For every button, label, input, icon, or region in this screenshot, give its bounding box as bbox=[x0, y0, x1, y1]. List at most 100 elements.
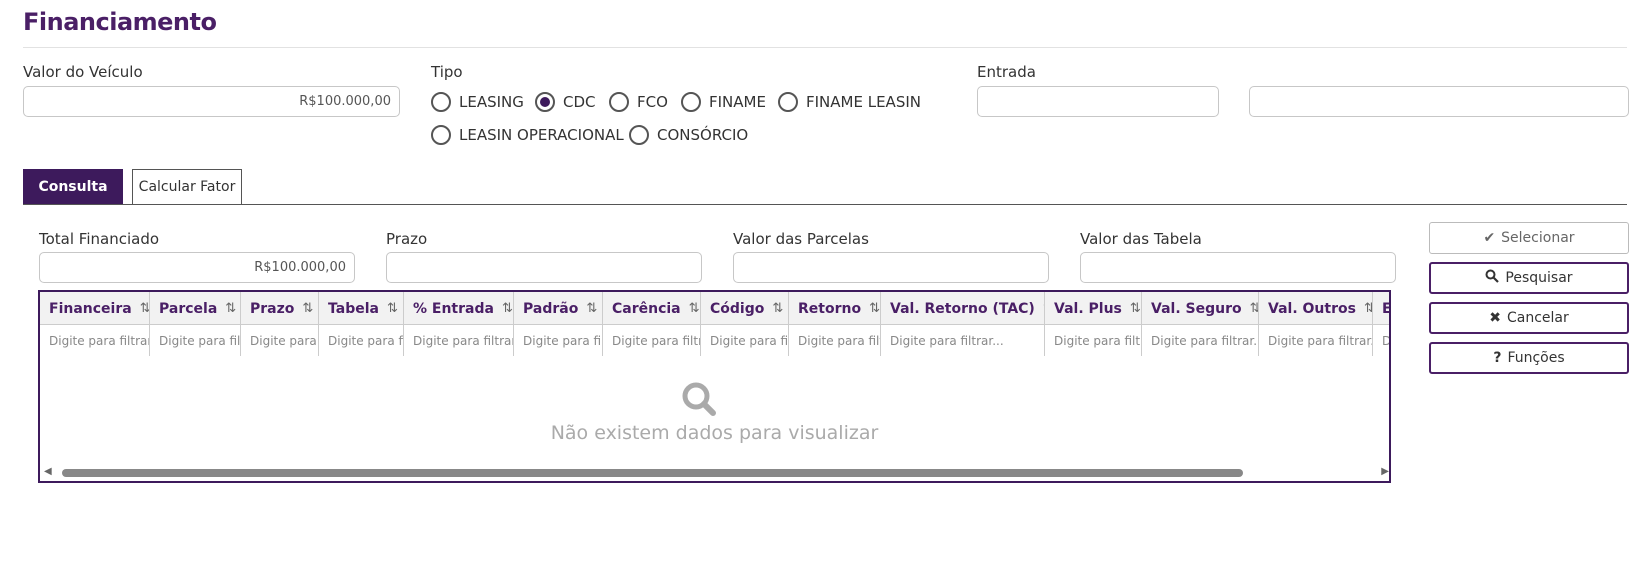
grid-header-row: Financeira ⇅ Parcela ⇅ Prazo ⇅ Tabela ⇅ % En… bbox=[40, 292, 1389, 325]
radio-label: LEASIN OPERACIONAL bbox=[459, 126, 624, 144]
title-divider bbox=[23, 47, 1627, 48]
page-title: Financiamento bbox=[23, 8, 217, 36]
cancelar-label: Cancelar bbox=[1506, 310, 1569, 326]
prazo-input[interactable] bbox=[386, 252, 702, 283]
column-header-label: Val. Plus bbox=[1054, 300, 1122, 317]
radio-leasin-operacional[interactable]: LEASIN OPERACIONAL bbox=[431, 125, 624, 145]
sort-icon: ⇅ bbox=[139, 301, 150, 316]
filter-input-financeira[interactable]: Digite para filtrar... bbox=[40, 325, 150, 356]
column-header-codigo[interactable]: Código ⇅ bbox=[701, 292, 789, 325]
column-header-label: Val. Retorno (TAC) bbox=[890, 300, 1035, 317]
funcoes-button[interactable]: ? Funções bbox=[1429, 342, 1629, 374]
column-header-label: Padrão bbox=[523, 300, 579, 317]
radio-consorcio[interactable]: CONSÓRCIO bbox=[629, 125, 748, 145]
filter-input-codigo[interactable]: Digite para filtrar... bbox=[701, 325, 789, 356]
sort-icon: ⇅ bbox=[302, 301, 314, 316]
sort-icon: ⇅ bbox=[1129, 301, 1141, 316]
sort-icon: ⇅ bbox=[1250, 301, 1258, 316]
filter-input-carencia[interactable]: Digite para filtrar... bbox=[603, 325, 701, 356]
filter-input-prazo[interactable]: Digite para filtrar... bbox=[241, 325, 319, 356]
sort-icon: ⇅ bbox=[772, 301, 784, 316]
total-financiado-input[interactable]: R$100.000,00 bbox=[39, 252, 355, 283]
column-header-entrada-pct[interactable]: % Entrada ⇅ bbox=[404, 292, 514, 325]
filter-input-entrada-pct[interactable]: Digite para filtrar... bbox=[404, 325, 514, 356]
radio-circle bbox=[609, 92, 629, 112]
radio-circle-selected bbox=[535, 92, 555, 112]
column-header-financeira[interactable]: Financeira ⇅ bbox=[40, 292, 150, 325]
question-icon: ? bbox=[1493, 350, 1502, 366]
sort-icon: ⇅ bbox=[586, 301, 598, 316]
filter-input-val-retorno-tac[interactable]: Digite para filtrar... bbox=[881, 325, 1045, 356]
vehicle-value-text: R$100.000,00 bbox=[299, 94, 391, 109]
valor-parcelas-label: Valor das Parcelas bbox=[733, 230, 869, 248]
scroll-right-icon[interactable]: ▶ bbox=[1381, 466, 1389, 477]
radio-cdc[interactable]: CDC bbox=[535, 92, 596, 112]
column-header-padrao[interactable]: Padrão ⇅ bbox=[514, 292, 603, 325]
radio-finame-leasin[interactable]: FINAME LEASIN bbox=[778, 92, 921, 112]
filter-input-retorno[interactable]: Digite para filtrar... bbox=[789, 325, 881, 356]
column-header-tabela[interactable]: Tabela ⇅ bbox=[319, 292, 404, 325]
column-header-retorno[interactable]: Retorno ⇅ bbox=[789, 292, 881, 325]
sort-icon: ⇅ bbox=[688, 301, 700, 316]
valor-tabela-label: Valor das Tabela bbox=[1080, 230, 1202, 248]
radio-label: CONSÓRCIO bbox=[657, 126, 749, 144]
filter-input-padrao[interactable]: Digite para filtrar... bbox=[514, 325, 603, 356]
column-header-label: Financeira bbox=[49, 300, 132, 317]
column-header-label: Código bbox=[710, 300, 765, 317]
column-header-label: Retorno bbox=[798, 300, 862, 317]
vehicle-value-input[interactable]: R$100.000,00 bbox=[23, 86, 400, 117]
funcoes-label: Funções bbox=[1507, 350, 1565, 366]
filter-input-partial[interactable]: Digite para filtrar... bbox=[1373, 325, 1389, 356]
filter-input-val-seguro[interactable]: Digite para filtrar... bbox=[1142, 325, 1259, 356]
grid-filter-row: Digite para filtrar... Digite para filtr… bbox=[40, 325, 1389, 356]
radio-finame[interactable]: FINAME bbox=[681, 92, 766, 112]
total-financiado-value: R$100.000,00 bbox=[254, 260, 346, 275]
selecionar-button[interactable]: ✔ Selecionar bbox=[1429, 222, 1629, 254]
empty-search-icon bbox=[680, 380, 720, 420]
column-header-label: Parcela bbox=[159, 300, 218, 317]
filter-input-tabela[interactable]: Digite para filtrar... bbox=[319, 325, 404, 356]
selecionar-label: Selecionar bbox=[1501, 230, 1575, 246]
sort-icon: ⇅ bbox=[1364, 301, 1372, 316]
radio-fco[interactable]: FCO bbox=[609, 92, 668, 112]
entrada-secondary-input[interactable] bbox=[1249, 86, 1629, 117]
results-grid: Financeira ⇅ Parcela ⇅ Prazo ⇅ Tabela ⇅ % En… bbox=[38, 290, 1391, 483]
filter-input-parcela[interactable]: Digite para filtrar... bbox=[150, 325, 241, 356]
radio-label: LEASING bbox=[459, 93, 524, 111]
sort-icon: ⇅ bbox=[869, 301, 880, 316]
tab-consulta[interactable]: Consulta bbox=[23, 169, 123, 204]
radio-circle bbox=[681, 92, 701, 112]
column-header-parcela[interactable]: Parcela ⇅ bbox=[150, 292, 241, 325]
column-header-val-seguro[interactable]: Val. Seguro ⇅ bbox=[1142, 292, 1259, 325]
sort-icon: ⇅ bbox=[501, 301, 513, 316]
cancelar-button[interactable]: ✖ Cancelar bbox=[1429, 302, 1629, 334]
column-header-val-outros[interactable]: Val. Outros ⇅ bbox=[1259, 292, 1373, 325]
column-header-label: Val. Outros bbox=[1268, 300, 1356, 317]
tipo-label: Tipo bbox=[431, 63, 463, 81]
entrada-input[interactable] bbox=[977, 86, 1219, 117]
scroll-left-icon[interactable]: ◀ bbox=[44, 466, 52, 477]
sort-icon: ⇅ bbox=[386, 301, 398, 316]
radio-label: FCO bbox=[637, 93, 668, 111]
column-header-carencia[interactable]: Carência ⇅ bbox=[603, 292, 701, 325]
filter-input-val-plus[interactable]: Digite para filtrar... bbox=[1045, 325, 1142, 356]
column-header-partial[interactable]: E bbox=[1373, 292, 1389, 325]
radio-leasing[interactable]: LEASING bbox=[431, 92, 524, 112]
column-header-label: Tabela bbox=[328, 300, 379, 317]
scrollbar-thumb[interactable] bbox=[62, 469, 1243, 477]
column-header-val-retorno-tac[interactable]: Val. Retorno (TAC)⇅ bbox=[881, 292, 1045, 325]
close-icon: ✖ bbox=[1489, 310, 1501, 326]
column-header-label: % Entrada bbox=[413, 300, 494, 317]
column-header-prazo[interactable]: Prazo ⇅ bbox=[241, 292, 319, 325]
valor-tabela-input[interactable] bbox=[1080, 252, 1396, 283]
search-icon bbox=[1485, 269, 1500, 287]
sort-icon: ⇅ bbox=[225, 301, 237, 316]
pesquisar-button[interactable]: Pesquisar bbox=[1429, 262, 1629, 294]
column-header-val-plus[interactable]: Val. Plus ⇅ bbox=[1045, 292, 1142, 325]
valor-parcelas-input[interactable] bbox=[733, 252, 1049, 283]
radio-label: FINAME bbox=[709, 93, 766, 111]
column-header-label: Carência bbox=[612, 300, 681, 317]
horizontal-scrollbar[interactable]: ◀ ▶ bbox=[44, 466, 1389, 478]
filter-input-val-outros[interactable]: Digite para filtrar... bbox=[1259, 325, 1373, 356]
tab-calcular-fator[interactable]: Calcular Fator bbox=[132, 169, 242, 204]
